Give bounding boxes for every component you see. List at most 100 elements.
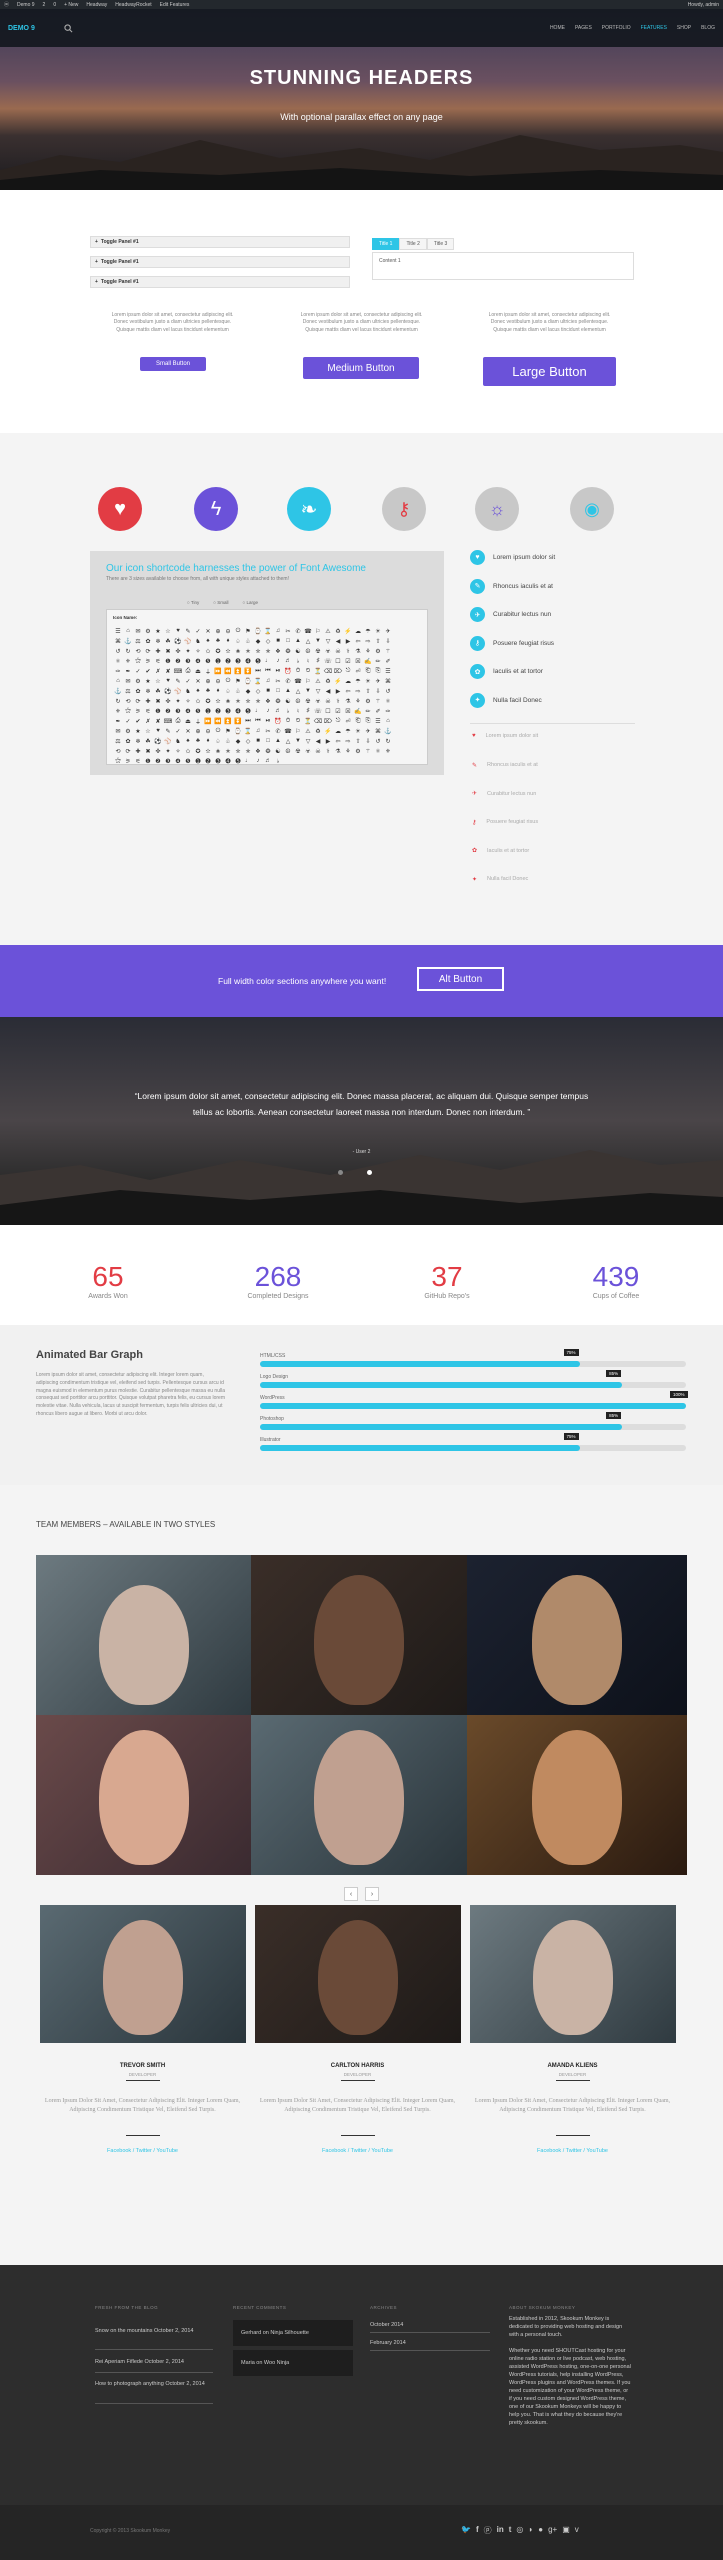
glyph-icon[interactable]: □ bbox=[283, 636, 293, 646]
rss-icon[interactable]: ◗ bbox=[528, 2525, 533, 2536]
glyph-icon[interactable]: ✪ bbox=[193, 746, 203, 756]
glyph-icon[interactable]: ♻ bbox=[313, 726, 323, 736]
glyph-icon[interactable]: ☎ bbox=[303, 626, 313, 636]
glyph-icon[interactable]: ⎗ bbox=[353, 716, 363, 726]
glyph-icon[interactable]: ◇ bbox=[243, 736, 253, 746]
glyph-icon[interactable]: ➎ bbox=[253, 656, 263, 666]
glyph-icon[interactable]: ❂ bbox=[283, 646, 293, 656]
glyph-icon[interactable]: ⎙ bbox=[173, 716, 183, 726]
glyph-icon[interactable]: ☆ bbox=[163, 626, 173, 636]
glyph-icon[interactable]: ◆ bbox=[253, 636, 263, 646]
glyph-icon[interactable]: ❶ bbox=[163, 656, 173, 666]
glyph-icon[interactable]: ⏻ bbox=[213, 726, 223, 736]
glyph-icon[interactable]: ✮ bbox=[243, 696, 253, 706]
glyph-icon[interactable]: ✘ bbox=[163, 666, 173, 676]
glyph-icon[interactable]: ✑ bbox=[113, 666, 123, 676]
glyph-icon[interactable]: ⇧ bbox=[373, 636, 383, 646]
glyph-icon[interactable]: ⌘ bbox=[383, 676, 393, 686]
glyph-icon[interactable]: ➌ bbox=[213, 756, 223, 766]
glyph-icon[interactable]: ⚙ bbox=[143, 626, 153, 636]
glyph-icon[interactable]: ❺ bbox=[183, 756, 193, 766]
glyph-icon[interactable]: ⚕ bbox=[323, 746, 333, 756]
glyph-icon[interactable]: ⚡ bbox=[333, 676, 343, 686]
glyph-icon[interactable]: ⏎ bbox=[343, 716, 353, 726]
glyph-icon[interactable]: ✎ bbox=[163, 726, 173, 736]
glyph-icon[interactable]: ⏭ bbox=[243, 716, 253, 726]
glyph-icon[interactable]: ⟳ bbox=[123, 746, 133, 756]
tumblr-icon[interactable]: t bbox=[509, 2525, 512, 2536]
glyph-icon[interactable]: ♬ bbox=[273, 706, 283, 716]
glyph-icon[interactable]: ♦ bbox=[213, 686, 223, 696]
glyph-icon[interactable]: ⚛ bbox=[373, 746, 383, 756]
glyph-icon[interactable]: ➌ bbox=[233, 656, 243, 666]
glyph-icon[interactable]: ⚐ bbox=[293, 726, 303, 736]
glyph-icon[interactable]: ▶ bbox=[343, 636, 353, 646]
glyph-icon[interactable]: ⏎ bbox=[353, 666, 363, 676]
glyph-icon[interactable]: ✍ bbox=[353, 706, 363, 716]
nav-item-pages[interactable]: PAGES bbox=[575, 25, 592, 31]
glyph-icon[interactable]: ☣ bbox=[323, 646, 333, 656]
glyph-icon[interactable]: ✖ bbox=[153, 696, 163, 706]
glyph-icon[interactable]: ☀ bbox=[353, 726, 363, 736]
glyph-icon[interactable]: ⚓ bbox=[113, 686, 123, 696]
glyph-icon[interactable]: ☢ bbox=[293, 746, 303, 756]
glyph-icon[interactable]: ✬ bbox=[233, 646, 243, 656]
blog-link-3[interactable]: How to photograph anything October 2, 20… bbox=[95, 2380, 213, 2388]
glyph-icon[interactable]: ⚓ bbox=[383, 726, 393, 736]
glyph-icon[interactable]: ❸ bbox=[163, 756, 173, 766]
glyph-icon[interactable]: ☑ bbox=[343, 656, 353, 666]
admin-item-headwayrocket[interactable]: HeadwayRocket bbox=[115, 2, 151, 8]
glyph-icon[interactable]: ♮ bbox=[303, 656, 313, 666]
glyph-icon[interactable]: ⊕ bbox=[213, 626, 223, 636]
glyph-icon[interactable]: ✉ bbox=[133, 626, 143, 636]
glyph-icon[interactable]: ✫ bbox=[213, 696, 223, 706]
glyph-icon[interactable]: ⚙ bbox=[123, 726, 133, 736]
glyph-icon[interactable]: ↺ bbox=[113, 646, 123, 656]
toggle-panel-2[interactable]: + Toggle Panel #1 bbox=[90, 256, 350, 268]
glyph-icon[interactable]: ⟲ bbox=[133, 646, 143, 656]
glyph-icon[interactable]: ✬ bbox=[223, 696, 233, 706]
glyph-icon[interactable]: ⚗ bbox=[343, 696, 353, 706]
glyph-icon[interactable]: ❄ bbox=[143, 686, 153, 696]
nav-item-home[interactable]: HOME bbox=[550, 25, 565, 31]
glyph-icon[interactable]: ➊ bbox=[213, 656, 223, 666]
glyph-icon[interactable]: ⚝ bbox=[123, 706, 133, 716]
glyph-icon[interactable]: ✔ bbox=[133, 716, 143, 726]
glyph-icon[interactable]: ⚖ bbox=[123, 686, 133, 696]
glyph-icon[interactable]: ✿ bbox=[123, 736, 133, 746]
glyph-icon[interactable]: ✓ bbox=[133, 666, 143, 676]
glyph-icon[interactable]: ⚙ bbox=[353, 746, 363, 756]
glyph-icon[interactable]: ✐ bbox=[373, 706, 383, 716]
blog-link-2[interactable]: Rei Aperiam Fiflede October 2, 2014 bbox=[95, 2358, 213, 2366]
admin-item-edit[interactable]: Edit Features bbox=[160, 2, 190, 8]
glyph-icon[interactable]: ☁ bbox=[353, 626, 363, 636]
glyph-icon[interactable]: ❹ bbox=[183, 706, 193, 716]
glyph-icon[interactable]: ▶ bbox=[333, 686, 343, 696]
glyph-icon[interactable]: ♣ bbox=[193, 736, 203, 746]
glyph-icon[interactable]: ❂ bbox=[273, 696, 283, 706]
glyph-icon[interactable]: ♭ bbox=[273, 756, 283, 766]
admin-item-headway[interactable]: Headway bbox=[86, 2, 107, 8]
glyph-icon[interactable]: ➎ bbox=[243, 706, 253, 716]
glyph-icon[interactable]: ⇦ bbox=[333, 736, 343, 746]
glyph-icon[interactable]: ♭ bbox=[293, 656, 303, 666]
glyph-icon[interactable]: ✫ bbox=[223, 646, 233, 656]
glyph-icon[interactable]: ✕ bbox=[183, 726, 193, 736]
glyph-icon[interactable]: ⚚ bbox=[363, 746, 373, 756]
glyph-icon[interactable]: ▼ bbox=[303, 686, 313, 696]
glyph-icon[interactable]: ♞ bbox=[173, 736, 183, 746]
glyph-icon[interactable]: ⚞ bbox=[123, 756, 133, 766]
team-photo[interactable] bbox=[467, 1555, 687, 1715]
glyph-icon[interactable]: ▽ bbox=[323, 636, 333, 646]
glyph-icon[interactable]: ☂ bbox=[363, 626, 373, 636]
glyph-icon[interactable]: ☮ bbox=[283, 746, 293, 756]
glyph-icon[interactable]: ⎋ bbox=[343, 666, 353, 676]
team-photo[interactable] bbox=[251, 1715, 467, 1875]
glyph-icon[interactable]: ✒ bbox=[113, 716, 123, 726]
toggle-panel-3[interactable]: + Toggle Panel #1 bbox=[90, 276, 350, 288]
glyph-icon[interactable]: ⏩ bbox=[213, 666, 223, 676]
glyph-icon[interactable]: ☢ bbox=[303, 696, 313, 706]
glyph-icon[interactable]: ☠ bbox=[323, 696, 333, 706]
glyph-icon[interactable]: ⇨ bbox=[343, 736, 353, 746]
nav-item-blog[interactable]: BLOG bbox=[701, 25, 715, 31]
